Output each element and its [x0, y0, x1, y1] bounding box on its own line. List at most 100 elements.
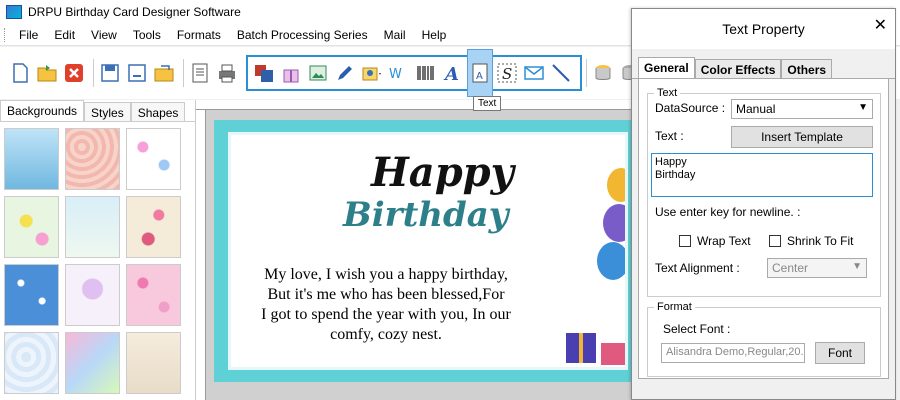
background-thumbnails: [0, 122, 195, 400]
text-tool-icon[interactable]: A: [467, 49, 493, 97]
database-icon[interactable]: [591, 61, 615, 85]
text-property-tabs: General Color Effects Others: [632, 57, 895, 79]
app-icon: [6, 5, 22, 19]
card-message-line: My love, I wish you a happy birthday,: [264, 266, 508, 283]
insert-template-button[interactable]: Insert Template: [731, 126, 873, 148]
email-icon[interactable]: [522, 61, 546, 85]
background-thumbnail[interactable]: [65, 332, 120, 394]
newline-hint: Use enter key for newline. :: [655, 205, 801, 219]
insert-image-icon[interactable]: [306, 61, 330, 85]
select-font-label: Select Font :: [663, 322, 731, 336]
vertical-ruler: [196, 110, 206, 400]
card-happy-text[interactable]: Happy: [371, 149, 514, 196]
background-thumbnail[interactable]: [126, 196, 181, 258]
checkbox-icon: [679, 235, 691, 247]
text-input-line: Happy: [655, 156, 687, 168]
format-group: Format: [647, 301, 881, 377]
shapes-icon[interactable]: [252, 61, 276, 85]
checkbox-icon: [769, 235, 781, 247]
datasource-label: DataSource :: [655, 101, 726, 115]
text-input[interactable]: Happy Birthday: [651, 153, 873, 197]
tab-backgrounds[interactable]: Backgrounds: [0, 100, 85, 121]
svg-text:A: A: [443, 64, 459, 84]
background-thumbnail[interactable]: [126, 264, 181, 326]
save-icon[interactable]: [98, 61, 122, 85]
toolbar-separator: [93, 59, 94, 87]
menu-view[interactable]: View: [83, 28, 125, 42]
text-label: Text :: [655, 129, 684, 143]
font-value: Alisandra Demo,Regular,20.2: [666, 346, 805, 358]
background-thumbnail[interactable]: [65, 128, 120, 190]
card-border[interactable]: Happy Birthday My love, I wish you a hap…: [214, 120, 634, 382]
svg-text:A: A: [476, 71, 483, 82]
new-file-icon[interactable]: [8, 61, 32, 85]
general-tab-body: Text DataSource : Manual ▼ Text : Insert…: [638, 79, 889, 379]
gift-boxes-graphic[interactable]: [561, 315, 628, 370]
background-thumbnail[interactable]: [4, 196, 59, 258]
balloons-graphic[interactable]: [591, 165, 628, 295]
background-thumbnail[interactable]: [126, 332, 181, 394]
properties-icon[interactable]: [188, 61, 212, 85]
pen-icon[interactable]: [333, 61, 357, 85]
design-canvas[interactable]: Happy Birthday My love, I wish you a hap…: [206, 110, 634, 400]
background-thumbnail[interactable]: [65, 264, 120, 326]
background-thumbnail[interactable]: [126, 128, 181, 190]
save-as-icon[interactable]: [125, 61, 149, 85]
shrink-to-fit-checkbox[interactable]: Shrink To Fit: [769, 234, 853, 248]
close-red-icon[interactable]: [62, 61, 86, 85]
format-group-legend: Format: [657, 301, 692, 313]
background-thumbnail[interactable]: [4, 264, 59, 326]
card-message-line: I got to spend the year with you, In our: [261, 306, 511, 323]
background-thumbnail[interactable]: [4, 332, 59, 394]
font-button[interactable]: Font: [815, 342, 865, 364]
svg-text:S: S: [502, 65, 512, 83]
text-alignment-label: Text Alignment :: [655, 261, 740, 275]
left-tabs: Backgrounds Styles Shapes: [0, 100, 195, 122]
shrink-to-fit-label: Shrink To Fit: [787, 234, 854, 248]
card-message[interactable]: My love, I wish you a happy birthday, Bu…: [241, 265, 531, 345]
insert-tools-group: W A A S: [246, 49, 582, 97]
menu-edit[interactable]: Edit: [46, 28, 83, 42]
text-property-panel: Text Property ✕ General Color Effects Ot…: [631, 8, 896, 400]
text-alignment-select[interactable]: Center ▼: [767, 258, 867, 278]
gift-icon[interactable]: [279, 61, 303, 85]
export-icon[interactable]: [152, 61, 176, 85]
barcode-icon[interactable]: [414, 61, 438, 85]
menu-tools[interactable]: Tools: [125, 28, 169, 42]
print-icon[interactable]: [215, 61, 239, 85]
tab-others[interactable]: Others: [781, 59, 833, 78]
menu-file[interactable]: File: [11, 28, 46, 42]
svg-text:W: W: [389, 67, 402, 82]
word-art-icon[interactable]: A: [441, 61, 465, 85]
tab-color-effects[interactable]: Color Effects: [694, 59, 782, 78]
text-group-legend: Text: [657, 87, 678, 99]
background-thumbnail[interactable]: [65, 196, 120, 258]
datasource-select[interactable]: Manual ▼: [731, 99, 873, 119]
chevron-down-icon: ▼: [852, 261, 862, 272]
picture-dropdown-icon[interactable]: [360, 61, 384, 85]
window-title: DRPU Birthday Card Designer Software: [28, 5, 241, 19]
menu-batch-processing[interactable]: Batch Processing Series: [229, 28, 376, 42]
card-birthday-text[interactable]: Birthday: [343, 195, 509, 235]
menu-formats[interactable]: Formats: [169, 28, 229, 42]
wrap-text-checkbox[interactable]: Wrap Text: [679, 234, 751, 248]
signature-icon[interactable]: S: [495, 61, 519, 85]
open-folder-icon[interactable]: [35, 61, 59, 85]
horizontal-ruler: [196, 100, 632, 110]
menu-help[interactable]: Help: [414, 28, 455, 42]
watermark-icon[interactable]: W: [387, 61, 411, 85]
left-panel: Backgrounds Styles Shapes: [0, 100, 196, 400]
tab-general[interactable]: General: [638, 57, 695, 78]
card-message-line: But it's me who has been blessed,For: [267, 286, 505, 303]
text-alignment-value: Center: [772, 261, 809, 275]
text-input-line: Birthday: [655, 169, 696, 181]
menu-mail[interactable]: Mail: [376, 28, 414, 42]
card-message-line: comfy, cozy nest.: [330, 326, 442, 343]
datasource-value: Manual: [736, 102, 776, 116]
tab-styles[interactable]: Styles: [84, 102, 131, 121]
line-icon[interactable]: [549, 61, 573, 85]
background-thumbnail[interactable]: [4, 128, 59, 190]
tab-shapes[interactable]: Shapes: [130, 102, 186, 121]
card-face[interactable]: Happy Birthday My love, I wish you a hap…: [228, 132, 628, 370]
close-icon[interactable]: ✕: [874, 15, 887, 35]
